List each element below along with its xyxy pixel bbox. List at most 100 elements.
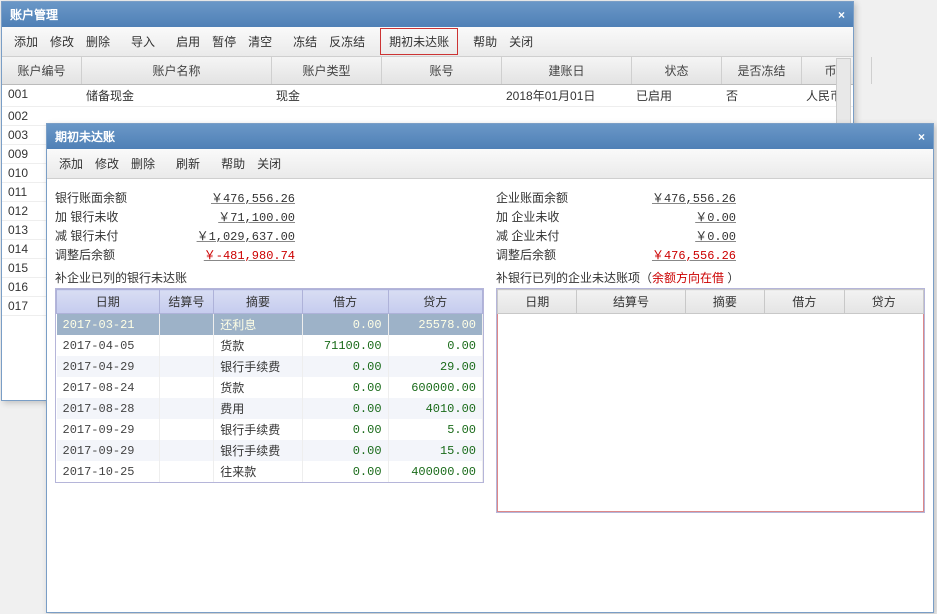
toolbar-button[interactable]: 添加 — [53, 152, 89, 175]
cell-credit: 15.00 — [388, 440, 482, 461]
main-title-bar: 账户管理 × — [2, 2, 853, 27]
cell-date: 2017-08-28 — [57, 398, 160, 419]
summary-value: ￥476,556.26 — [596, 189, 736, 206]
summary-row: 调整后余额￥-481,980.74 — [55, 246, 484, 263]
summary-value: ￥476,556.26 — [155, 189, 295, 206]
summary-value: ￥0.00 — [596, 208, 736, 225]
column-header[interactable]: 摘要 — [214, 290, 303, 314]
table-row[interactable]: 2017-03-21还利息0.0025578.00 — [57, 314, 483, 336]
column-header[interactable]: 借方 — [302, 290, 388, 314]
table-row[interactable]: 001储备现金现金2018年01月01日已启用否人民币 — [2, 85, 853, 107]
cell: 储备现金 — [82, 85, 272, 106]
table-row[interactable]: 2017-04-29银行手续费0.0029.00 — [57, 356, 483, 377]
column-header[interactable]: 结算号 — [159, 290, 214, 314]
table-row[interactable]: 2017-04-05货款71100.000.00 — [57, 335, 483, 356]
toolbar-button[interactable]: 修改 — [44, 30, 80, 53]
column-header[interactable]: 账户编号 — [2, 57, 82, 84]
table-row[interactable]: 2017-08-28费用0.004010.00 — [57, 398, 483, 419]
toolbar-group: 帮助关闭 — [215, 152, 287, 175]
summary-label: 调整后余额 — [55, 246, 155, 263]
toolbar-button[interactable]: 冻结 — [287, 30, 323, 53]
column-header[interactable]: 账户类型 — [272, 57, 382, 84]
cell-debit: 0.00 — [302, 419, 388, 440]
dialog-window: 期初未达账 × 添加修改删除刷新帮助关闭 银行账面余额￥476,556.26加 … — [46, 123, 934, 613]
toolbar-button[interactable]: 暂停 — [206, 30, 242, 53]
cell-debit: 0.00 — [302, 398, 388, 419]
dialog-title: 期初未达账 — [55, 128, 115, 145]
summary-label: 企业账面余额 — [496, 189, 596, 206]
summary-label: 减 银行未付 — [55, 227, 155, 244]
cell-credit: 5.00 — [388, 419, 482, 440]
column-header[interactable]: 账号 — [382, 57, 502, 84]
toolbar-group: 添加修改删除 — [53, 152, 161, 175]
table-row[interactable]: 2017-09-29 银行手续费0.005.00 — [57, 419, 483, 440]
cell-id: 001 — [2, 85, 82, 106]
cell-debit: 0.00 — [302, 461, 388, 482]
cell-summary: 往来款 — [214, 461, 303, 482]
toolbar-group: 添加修改删除 — [8, 30, 116, 53]
toolbar-button[interactable]: 导入 — [125, 30, 161, 53]
cell: 现金 — [272, 85, 382, 106]
right-table: 日期结算号摘要借方贷方 — [497, 289, 924, 314]
column-header[interactable]: 是否冻结 — [722, 57, 802, 84]
column-header[interactable]: 借方 — [765, 290, 844, 314]
summary-value: ￥476,556.26 — [596, 246, 736, 263]
toolbar-button[interactable]: 反冻结 — [323, 30, 371, 53]
toolbar-button[interactable]: 帮助 — [215, 152, 251, 175]
toolbar-group: 启用暂停清空 — [170, 30, 278, 53]
toolbar-button[interactable]: 添加 — [8, 30, 44, 53]
cell-credit: 0.00 — [388, 335, 482, 356]
toolbar-button[interactable]: 关闭 — [251, 152, 287, 175]
left-summary: 银行账面余额￥476,556.26加 银行未收￥71,100.00减 银行未付￥… — [55, 189, 484, 263]
column-header[interactable]: 贷方 — [388, 290, 482, 314]
main-title: 账户管理 — [10, 6, 58, 23]
column-header[interactable]: 建账日 — [502, 57, 632, 84]
toolbar-button[interactable]: 关闭 — [503, 30, 539, 53]
cell: 否 — [722, 85, 802, 106]
cell-date: 2017-09-29 — [57, 419, 160, 440]
summary-label: 加 银行未收 — [55, 208, 155, 225]
right-summary: 企业账面余额￥476,556.26加 企业未收￥0.00减 企业未付￥0.00调… — [496, 189, 925, 263]
toolbar-button[interactable]: 刷新 — [170, 152, 206, 175]
left-panel: 银行账面余额￥476,556.26加 银行未收￥71,100.00减 银行未付￥… — [55, 187, 484, 604]
toolbar-button[interactable]: 启用 — [170, 30, 206, 53]
column-header[interactable]: 结算号 — [577, 290, 685, 314]
dialog-title-bar: 期初未达账 × — [47, 124, 933, 149]
summary-value: ￥-481,980.74 — [155, 246, 295, 263]
column-header[interactable]: 状态 — [632, 57, 722, 84]
summary-row: 调整后余额￥476,556.26 — [496, 246, 925, 263]
toolbar-button[interactable]: 期初未达账 — [383, 30, 455, 53]
column-header[interactable]: 贷方 — [844, 290, 923, 314]
toolbar-button[interactable]: 修改 — [89, 152, 125, 175]
column-header[interactable]: 摘要 — [685, 290, 764, 314]
table-row[interactable]: 2017-09-29银行手续费0.0015.00 — [57, 440, 483, 461]
toolbar-button[interactable]: 清空 — [242, 30, 278, 53]
cell-settle — [159, 377, 214, 398]
cell-date: 2017-10-25 — [57, 461, 160, 482]
cell-summary: 银行手续费 — [214, 440, 303, 461]
cell-summary: 费用 — [214, 398, 303, 419]
summary-label: 加 企业未收 — [496, 208, 596, 225]
summary-row: 加 银行未收￥71,100.00 — [55, 208, 484, 225]
toolbar-button[interactable]: 删除 — [125, 152, 161, 175]
close-icon[interactable]: × — [838, 8, 845, 22]
cell-summary: 货款 — [214, 377, 303, 398]
toolbar-group: 冻结反冻结 — [287, 30, 371, 53]
cell-summary: 银行手续费 — [214, 419, 303, 440]
cell-debit: 0.00 — [302, 314, 388, 336]
column-header[interactable]: 账户名称 — [82, 57, 272, 84]
toolbar-button[interactable]: 删除 — [80, 30, 116, 53]
dialog-toolbar: 添加修改删除刷新帮助关闭 — [47, 149, 933, 179]
cell — [382, 85, 502, 106]
main-toolbar: 添加修改删除导入启用暂停清空冻结反冻结期初未达账帮助关闭 — [2, 27, 853, 57]
column-header[interactable]: 日期 — [498, 290, 577, 314]
cell-settle — [159, 440, 214, 461]
column-header[interactable]: 日期 — [57, 290, 160, 314]
toolbar-group: 期初未达账 — [380, 28, 458, 55]
cell-settle — [159, 314, 214, 336]
close-icon[interactable]: × — [918, 130, 925, 144]
table-row[interactable]: 2017-08-24货款0.00600000.00 — [57, 377, 483, 398]
table-row[interactable]: 2017-10-25往来款0.00400000.00 — [57, 461, 483, 482]
toolbar-button[interactable]: 帮助 — [467, 30, 503, 53]
summary-value: ￥1,029,637.00 — [155, 227, 295, 244]
